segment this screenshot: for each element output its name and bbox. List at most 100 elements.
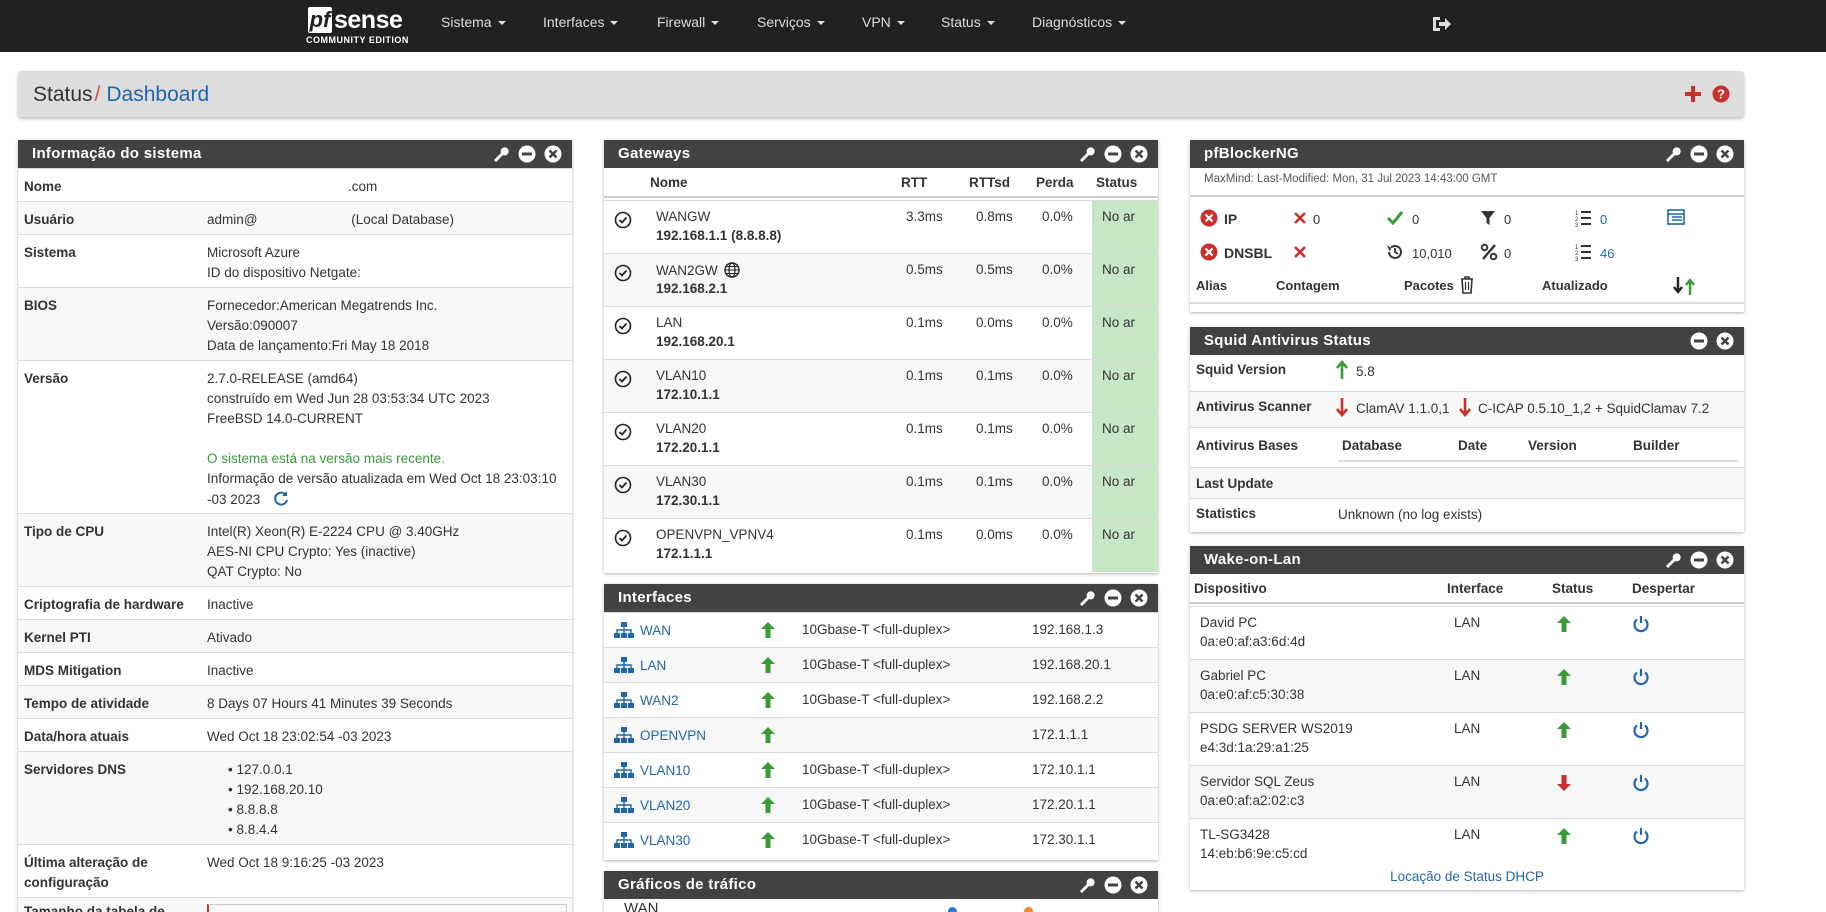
gateway-row: OPENVPN_VPNV4 172.1.1.1 0.1ms 0.0ms 0.0%… <box>604 518 1158 572</box>
close-icon[interactable] <box>1130 876 1148 894</box>
close-icon[interactable] <box>1716 145 1734 163</box>
gateways-panel: Gateways Nome RTT RTTsd Perda Status WAN… <box>604 140 1158 573</box>
percent-icon <box>1480 243 1498 261</box>
sys-value: .com <box>348 179 378 194</box>
dhcp-leases-link[interactable]: Locação de Status DHCP <box>1190 869 1744 884</box>
times-icon <box>1294 212 1306 224</box>
interface-ip: 172.30.1.1 <box>1032 832 1096 847</box>
menu-sistema[interactable]: Sistema <box>441 14 506 30</box>
gateway-loss: 0.0% <box>1042 368 1073 383</box>
check-circle-icon <box>614 529 632 547</box>
interface-link[interactable]: VLAN10 <box>640 763 690 778</box>
interface-link[interactable]: WAN2 <box>640 693 679 708</box>
logout-icon[interactable] <box>1430 14 1452 34</box>
globe-icon <box>723 262 740 278</box>
gateway-rtt: 0.1ms <box>906 368 943 383</box>
close-icon[interactable] <box>1130 145 1148 163</box>
arrow-up-icon <box>1336 360 1348 379</box>
breadcrumb-section[interactable]: Status <box>33 83 93 106</box>
menu-servicos[interactable]: Serviços <box>757 14 825 30</box>
filter-icon <box>1481 211 1495 225</box>
power-icon[interactable] <box>1632 721 1650 739</box>
pfb-ip-count[interactable]: 0 <box>1600 212 1607 227</box>
wrench-icon[interactable] <box>1077 876 1095 894</box>
wrench-icon[interactable] <box>491 145 509 163</box>
menu-firewall[interactable]: Firewall <box>657 14 720 30</box>
sort-icon[interactable] <box>1672 276 1698 296</box>
interface-link[interactable]: OPENVPN <box>640 728 706 743</box>
interface-ip: 192.168.20.1 <box>1032 657 1111 672</box>
squid-version-value: 5.8 <box>1356 364 1375 379</box>
panel-controls <box>1073 145 1148 163</box>
gateway-row: WAN2GW 192.168.2.1 0.5ms 0.5ms 0.0% No a… <box>604 253 1158 307</box>
power-icon[interactable] <box>1632 774 1650 792</box>
menu-interfaces[interactable]: Interfaces <box>543 14 619 30</box>
power-icon[interactable] <box>1632 615 1650 633</box>
breadcrumb-actions: ? <box>1684 85 1730 106</box>
interface-link[interactable]: VLAN20 <box>640 798 690 813</box>
pfb-ip-count: 0 <box>1313 212 1321 227</box>
trash-icon[interactable] <box>1460 276 1474 294</box>
menu-diagnosticos[interactable]: Diagnósticos <box>1032 14 1127 30</box>
power-icon[interactable] <box>1632 827 1650 845</box>
dns-value: 8.8.4.4 <box>236 822 278 837</box>
minimize-icon[interactable] <box>1104 145 1122 163</box>
pfsense-logo[interactable]: pf sense COMMUNITY EDITION <box>306 5 414 47</box>
close-icon[interactable] <box>1716 551 1734 569</box>
breadcrumb-page[interactable]: Dashboard <box>106 83 209 106</box>
minimize-icon[interactable] <box>1104 876 1122 894</box>
gateway-rtt: 0.1ms <box>906 474 943 489</box>
arrow-up-icon <box>1557 616 1571 632</box>
close-icon[interactable] <box>1716 332 1734 350</box>
sys-key: Data/hora atuais <box>24 729 130 744</box>
interface-link[interactable]: WAN <box>640 623 671 638</box>
gateway-ip: 192.168.1.1 (8.8.8.8) <box>656 228 782 243</box>
sys-key: Última alteração de configuração <box>24 855 148 890</box>
caret-icon <box>816 21 825 26</box>
minimize-icon[interactable] <box>518 145 536 163</box>
wrench-icon[interactable] <box>1663 145 1681 163</box>
wake-on-lan-panel: Wake-on-Lan Dispositivo Interface Status… <box>1190 546 1744 890</box>
gateway-rtt: 3.3ms <box>906 209 943 224</box>
table-icon[interactable] <box>1667 209 1685 225</box>
interface-ip: 172.20.1.1 <box>1032 797 1096 812</box>
sys-line: ID do dispositivo Netgate: <box>207 265 361 280</box>
close-icon[interactable] <box>544 145 562 163</box>
gateway-name: OPENVPN_VPNV4 <box>656 527 774 542</box>
sys-value: Intel(R) Xeon(R) E-2224 CPU @ 3.40GHz AE… <box>207 522 567 582</box>
network-icon <box>614 692 634 708</box>
squid-last-update-label: Last Update <box>1196 476 1274 491</box>
wrench-icon[interactable] <box>1077 145 1095 163</box>
minimize-icon[interactable] <box>1104 589 1122 607</box>
table-size-bar <box>207 904 567 912</box>
panel-title: Interfaces <box>618 589 692 606</box>
sys-key: Tempo de atividade <box>24 696 150 711</box>
gateway-ip: 192.168.2.1 <box>656 281 728 296</box>
gateway-ip: 172.1.1.1 <box>656 546 713 561</box>
wrench-icon[interactable] <box>1663 551 1681 569</box>
interface-link[interactable]: LAN <box>640 658 666 673</box>
interface-row: OPENVPN 172.1.1.1 <box>604 717 1158 752</box>
gateway-row: LAN 192.168.20.1 0.1ms 0.0ms 0.0% No ar <box>604 306 1158 360</box>
minimize-icon[interactable] <box>1690 332 1708 350</box>
menu-vpn[interactable]: VPN <box>862 14 905 30</box>
gateway-name: LAN <box>656 315 683 330</box>
gateway-loss: 0.0% <box>1042 209 1073 224</box>
interface-link[interactable]: VLAN30 <box>640 833 690 848</box>
minimize-icon[interactable] <box>1690 145 1708 163</box>
panel-title: Wake-on-Lan <box>1204 551 1301 568</box>
wrench-icon[interactable] <box>1077 589 1095 607</box>
network-icon <box>614 762 634 778</box>
menu-status[interactable]: Status <box>941 14 995 30</box>
help-icon[interactable]: ? <box>1712 85 1730 103</box>
close-icon[interactable] <box>1130 589 1148 607</box>
power-icon[interactable] <box>1632 668 1650 686</box>
col-updated: Atualizado <box>1542 278 1608 293</box>
add-widget-icon[interactable] <box>1684 85 1702 103</box>
refresh-icon[interactable] <box>272 489 290 507</box>
squid-scanner-icap: C-ICAP 0.5.10_1,2 + SquidClamav 7.2 <box>1478 401 1710 416</box>
minimize-icon[interactable] <box>1690 551 1708 569</box>
interface-row: VLAN20 10Gbase-T <full-duplex> 172.20.1.… <box>604 787 1158 822</box>
pfb-dnsbl-count[interactable]: 46 <box>1600 246 1614 261</box>
sys-value: Ativado <box>207 630 253 645</box>
